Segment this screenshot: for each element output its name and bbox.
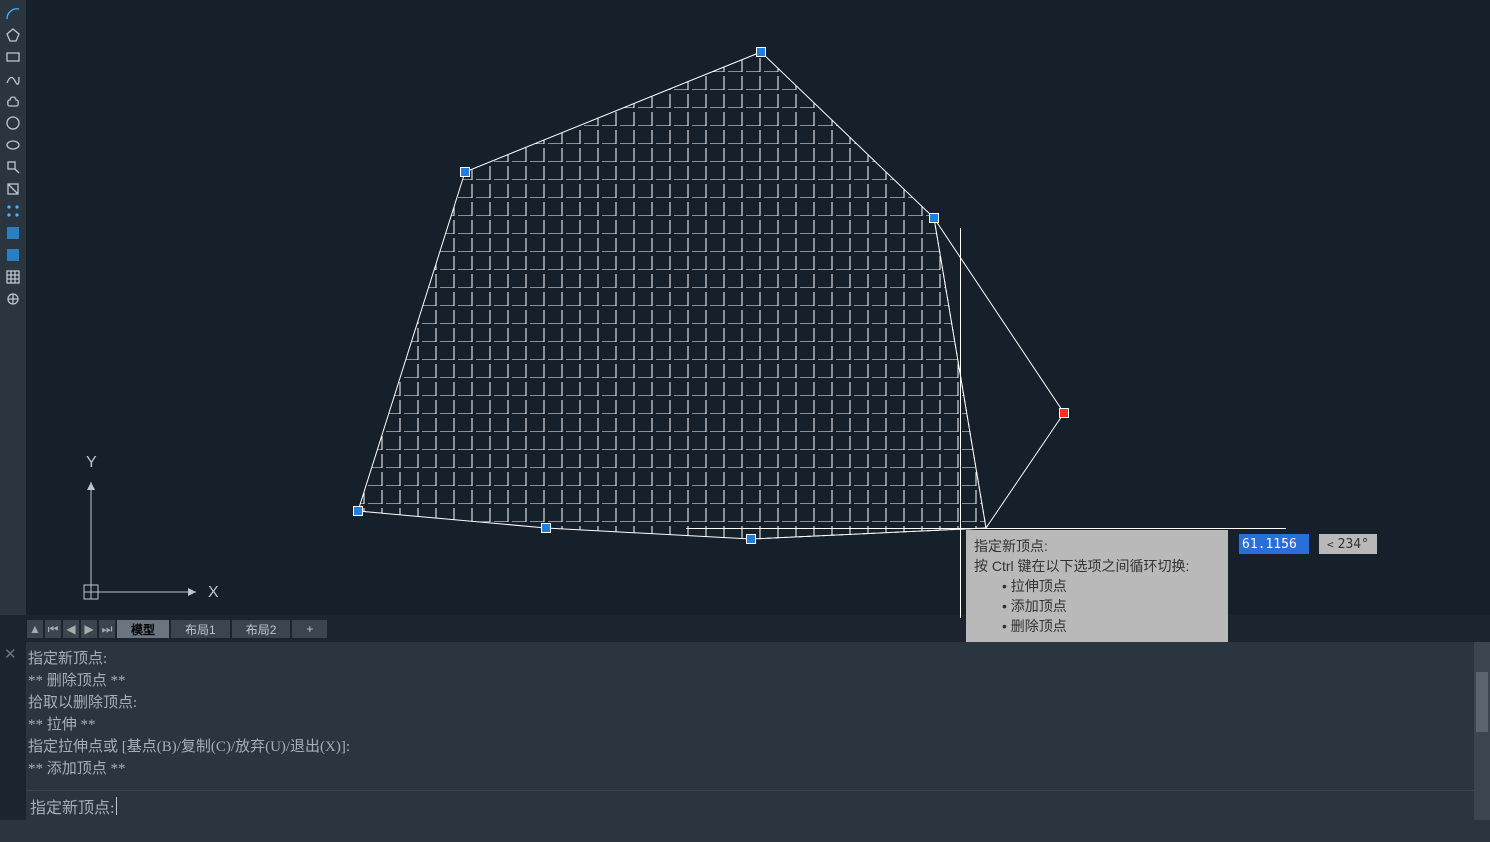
wipeout-tool-icon[interactable] [2,178,24,200]
tab-scroll-first-icon[interactable]: ⏮ [44,619,62,639]
tooltip-line2: 按 Ctrl 键在以下选项之间循环切换: [974,556,1220,576]
dynamic-tooltip: 指定新顶点: 按 Ctrl 键在以下选项之间循环切换: • 拉伸顶点 • 添加顶… [966,530,1228,644]
angle-lock-icon: < [1327,538,1334,551]
dynamic-input-group: < 234° [1239,534,1377,554]
tab-model[interactable]: 模型 [116,619,170,639]
command-prompt: 指定新顶点: [30,794,114,818]
dynamic-angle-value: 234° [1338,537,1369,552]
history-line: ** 删除顶点 ** [28,670,1488,692]
tooltip-option: • 添加顶点 [974,596,1220,616]
grip-vertex[interactable] [756,47,766,57]
grip-vertex[interactable] [929,213,939,223]
tooltip-option: • 删除顶点 [974,616,1220,636]
drawing-canvas[interactable]: X Y [26,0,1490,615]
revcloud-tool-icon[interactable] [2,90,24,112]
tab-layout2[interactable]: 布局2 [231,619,292,639]
table-tool-icon[interactable] [2,266,24,288]
history-line: 指定新顶点: [28,648,1488,670]
gradient-tool-icon[interactable] [2,222,24,244]
solid-tool-icon[interactable] [2,244,24,266]
spline-tool-icon[interactable] [2,68,24,90]
history-line: 指定拉伸点或 [基点(B)/复制(C)/放弃(U)/退出(X)]: [28,736,1488,758]
grip-vertex-hot[interactable] [1059,408,1069,418]
polygon-shape [26,0,1490,615]
history-line: ** 添加顶点 ** [28,758,1488,780]
grip-vertex[interactable] [460,167,470,177]
tooltip-option: • 拉伸顶点 [974,576,1220,596]
command-history: ✕ 指定新顶点: ** 删除顶点 ** 拾取以删除顶点: ** 拉伸 ** 指定… [26,642,1490,790]
tab-scroll-prev-icon[interactable]: ◀ [62,619,80,639]
tab-layout1[interactable]: 布局1 [170,619,231,639]
text-cursor-icon [116,797,117,815]
close-icon[interactable]: ✕ [4,644,22,662]
status-bar [0,820,1490,842]
grip-vertex[interactable] [541,523,551,533]
dynamic-distance-input[interactable] [1239,534,1309,554]
history-line: 拾取以删除顶点: [28,692,1488,714]
block-insert-tool-icon[interactable] [2,156,24,178]
arc-tool-icon[interactable] [2,2,24,24]
svg-text:X: X [208,584,219,601]
command-scrollbar[interactable] [1474,642,1490,820]
circle-tool-icon[interactable] [2,112,24,134]
tab-scroll-last-icon[interactable]: ⏭ [98,619,116,639]
grip-vertex[interactable] [746,534,756,544]
misc-tool-icon[interactable] [2,288,24,310]
tooltip-line1: 指定新顶点: [974,536,1220,556]
ellipse-tool-icon[interactable] [2,134,24,156]
tab-scroll-next-icon[interactable]: ▶ [80,619,98,639]
crosshair-horizontal [686,528,1286,529]
tab-add[interactable]: + [291,619,328,639]
command-line[interactable]: 指定新顶点: [26,790,1490,820]
polygon-tool-icon[interactable] [2,24,24,46]
point-tool-icon[interactable] [2,200,24,222]
left-toolbar [0,0,26,615]
svg-text:Y: Y [86,454,97,471]
ucs-icon: X Y [76,447,226,607]
tab-scroll-up-icon[interactable]: ▲ [26,619,44,639]
scrollbar-thumb[interactable] [1476,672,1488,732]
model-layout-tabbar: ▲ ⏮ ◀ ▶ ⏭ 模型 布局1 布局2 + [26,619,328,639]
crosshair-vertical [960,228,961,618]
rectangle-tool-icon[interactable] [2,46,24,68]
history-line: ** 拉伸 ** [28,714,1488,736]
dynamic-angle-display: < 234° [1319,534,1377,554]
grip-vertex[interactable] [353,506,363,516]
